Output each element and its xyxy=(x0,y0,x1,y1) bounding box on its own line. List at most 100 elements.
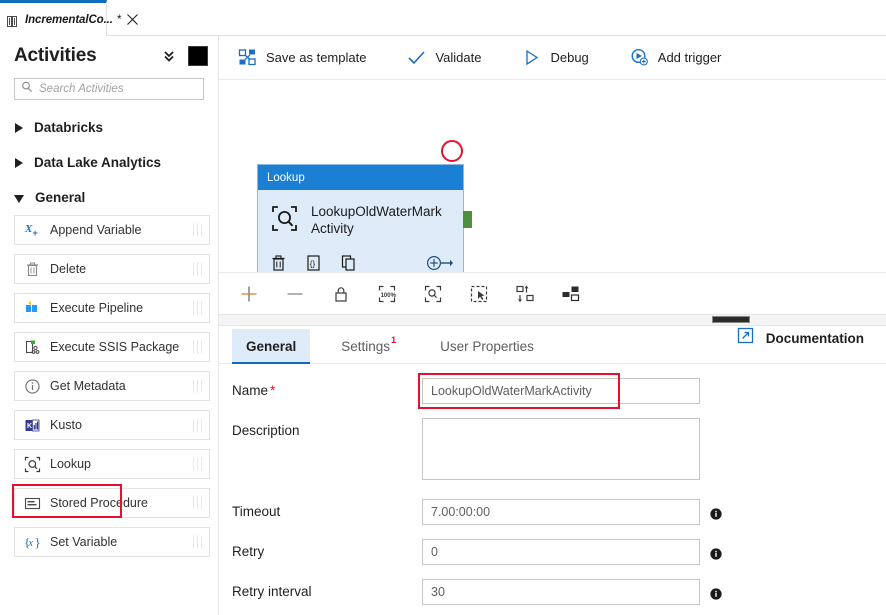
resize-handle[interactable] xyxy=(712,316,750,323)
activity-item-set-variable[interactable]: { x } Set Variable xyxy=(14,527,210,557)
activity-group-general[interactable]: General xyxy=(0,180,218,215)
search-icon xyxy=(21,80,33,98)
tab-label: Settings xyxy=(341,339,390,354)
zoom-to-fit-icon[interactable] xyxy=(422,283,444,305)
auto-align-icon[interactable] xyxy=(514,283,536,305)
retry-interval-input[interactable] xyxy=(422,579,700,605)
lookup-activity-node[interactable]: Lookup LookupOldWaterMark Activity xyxy=(257,164,464,273)
svg-text:x: x xyxy=(28,538,34,549)
activity-item-label: Execute SSIS Package xyxy=(50,340,179,354)
info-icon[interactable] xyxy=(710,587,722,599)
info-icon[interactable] xyxy=(710,507,722,519)
description-textarea[interactable] xyxy=(422,418,700,480)
lock-icon[interactable] xyxy=(330,283,352,305)
debug-button[interactable]: Debug xyxy=(522,36,607,80)
node-type-label: Lookup xyxy=(267,172,305,184)
activities-header: Activities xyxy=(0,36,218,76)
activities-title: Activities xyxy=(14,45,96,67)
field-control-description xyxy=(422,418,700,485)
name-input[interactable] xyxy=(422,378,700,404)
activity-item-label: Lookup xyxy=(50,457,91,471)
field-control-name xyxy=(422,378,700,404)
validate-button[interactable]: Validate xyxy=(407,36,500,80)
pipeline-icon xyxy=(7,14,21,25)
activity-item-append-variable[interactable]: X + Append Variable xyxy=(14,215,210,245)
zoom-out-icon[interactable] xyxy=(284,283,306,305)
add-trigger-icon xyxy=(630,48,649,67)
activity-group-databricks[interactable]: Databricks xyxy=(0,110,218,145)
drag-handle-icon[interactable] xyxy=(193,380,203,393)
form-row-name: Name* xyxy=(219,378,886,404)
tab-strip: IncrementalCo... * xyxy=(0,0,886,36)
drag-handle-icon[interactable] xyxy=(193,419,203,432)
field-label-text: Retry xyxy=(232,544,264,559)
activities-header-actions xyxy=(162,46,208,66)
activity-item-stored-procedure[interactable]: Stored Procedure xyxy=(14,488,210,518)
pipeline-tab[interactable]: IncrementalCo... * xyxy=(0,0,107,36)
activity-item-label: Execute Pipeline xyxy=(50,301,143,315)
general-form: Name* Description xyxy=(219,364,886,605)
node-success-output-port[interactable] xyxy=(463,211,472,228)
search-input[interactable] xyxy=(39,83,203,95)
info-icon[interactable] xyxy=(710,547,722,559)
activity-item-execute-pipeline[interactable]: Execute Pipeline xyxy=(14,293,210,323)
activity-item-label: Get Metadata xyxy=(50,379,126,393)
activity-item-lookup[interactable]: Lookup xyxy=(14,449,210,479)
delete-icon[interactable] xyxy=(270,254,287,272)
drag-handle-icon[interactable] xyxy=(193,458,203,471)
svg-text:K: K xyxy=(27,423,32,430)
unsaved-marker: * xyxy=(117,13,122,27)
code-braces-icon[interactable]: {} xyxy=(305,254,322,272)
save-as-template-button[interactable]: Save as template xyxy=(238,36,385,80)
svg-text:{}: {} xyxy=(310,260,316,269)
copy-icon[interactable] xyxy=(340,254,357,272)
tab-user-properties[interactable]: User Properties xyxy=(426,329,548,363)
drag-handle-icon[interactable] xyxy=(193,536,203,549)
execute-ssis-package-icon xyxy=(24,339,41,356)
checkmark-icon xyxy=(407,48,426,67)
tab-settings[interactable]: Settings 1 xyxy=(327,329,409,363)
activity-group-label: Databricks xyxy=(34,120,103,135)
close-icon[interactable] xyxy=(126,13,139,26)
activity-item-get-metadata[interactable]: Get Metadata xyxy=(14,371,210,401)
play-triangle-icon xyxy=(522,48,541,67)
double-chevron-down-icon[interactable] xyxy=(162,49,176,63)
drag-handle-icon[interactable] xyxy=(193,341,203,354)
drag-handle-icon[interactable] xyxy=(193,302,203,315)
activity-item-kusto[interactable]: K Kusto xyxy=(14,410,210,440)
drag-handle-icon[interactable] xyxy=(193,497,203,510)
drag-handle-icon[interactable] xyxy=(193,263,203,276)
search-activities-box[interactable] xyxy=(14,78,204,100)
chevron-right-icon xyxy=(15,123,23,133)
field-label-text: Timeout xyxy=(232,504,280,519)
field-label-timeout: Timeout xyxy=(232,499,422,519)
zoom-in-icon[interactable] xyxy=(238,283,260,305)
chevron-right-icon xyxy=(15,158,23,168)
arrange-layout-icon[interactable] xyxy=(560,283,582,305)
pipeline-tab-title: IncrementalCo... xyxy=(25,14,113,26)
activity-item-delete[interactable]: Delete xyxy=(14,254,210,284)
activity-group-data-lake-analytics[interactable]: Data Lake Analytics xyxy=(0,145,218,180)
retry-input[interactable] xyxy=(422,539,700,565)
add-output-arrow-icon[interactable] xyxy=(426,254,453,272)
set-variable-icon: { x } xyxy=(24,534,41,551)
add-trigger-button[interactable]: Add trigger xyxy=(630,36,741,80)
drag-handle-icon[interactable] xyxy=(193,224,203,237)
save-as-template-icon xyxy=(238,48,257,67)
node-title: LookupOldWaterMark Activity xyxy=(311,204,451,237)
lookup-magnifier-icon xyxy=(24,456,41,473)
red-circle-annotation xyxy=(441,140,463,162)
marquee-select-icon[interactable] xyxy=(468,283,490,305)
activities-list: Databricks Data Lake Analytics General X… xyxy=(0,110,218,557)
tab-general[interactable]: General xyxy=(232,329,310,363)
stored-procedure-icon xyxy=(24,495,41,512)
black-square-icon[interactable] xyxy=(188,46,208,66)
timeout-input[interactable] xyxy=(422,499,700,525)
zoom-100-percent-icon[interactable]: 100% xyxy=(376,283,398,305)
form-row-retry: Retry xyxy=(219,539,886,565)
activity-item-execute-ssis-package[interactable]: Execute SSIS Package xyxy=(14,332,210,362)
command-bar: Save as template Validate Debug xyxy=(219,36,886,80)
field-label-text: Retry interval xyxy=(232,584,312,599)
documentation-link[interactable]: Documentation xyxy=(737,327,864,349)
pipeline-canvas[interactable]: Lookup LookupOldWaterMark Activity xyxy=(219,80,886,273)
